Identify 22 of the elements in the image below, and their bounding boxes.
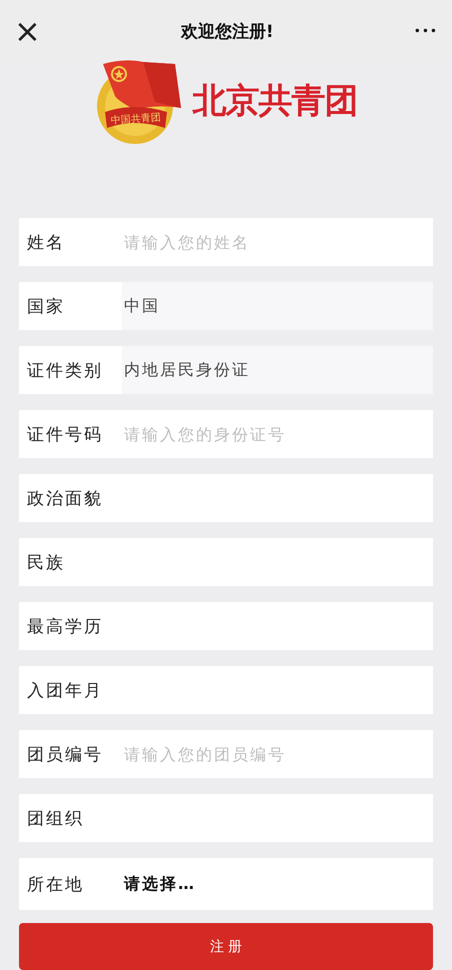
field-label: 最高学历 <box>19 602 122 650</box>
field-label: 国家 <box>19 282 122 330</box>
register-button[interactable]: 注 册 <box>19 923 433 970</box>
field-label: 证件号码 <box>19 410 122 458</box>
readonly-field: 内地居民身份证 <box>122 346 433 394</box>
location-picker[interactable]: 请选择… <box>122 858 433 910</box>
field-label: 团组织 <box>19 794 122 842</box>
readonly-field: 中国 <box>122 282 433 330</box>
field-label: 民族 <box>19 538 122 586</box>
field-label: 政治面貌 <box>19 474 122 522</box>
input-field[interactable]: 请输入您的姓名 <box>122 218 433 266</box>
input-field[interactable]: 请输入您的团员编号 <box>122 730 433 778</box>
more-icon[interactable]: ••• <box>414 24 438 38</box>
close-icon[interactable]: × <box>14 15 41 47</box>
field-label: 入团年月 <box>19 666 122 714</box>
input-field[interactable]: 请输入您的身份证号 <box>122 410 433 458</box>
field-label: 所在地 <box>19 858 122 910</box>
brand-name: 北京共青团 <box>192 80 358 123</box>
field-label: 姓名 <box>19 218 122 266</box>
field-label: 团员编号 <box>19 730 122 778</box>
page-title: 欢迎您注册! <box>180 20 274 42</box>
field-label: 证件类别 <box>19 346 122 394</box>
